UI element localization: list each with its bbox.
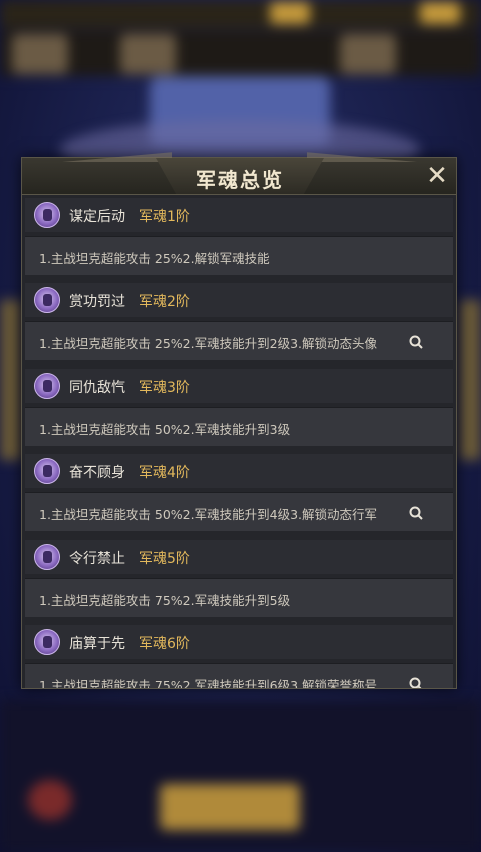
item-name: 谋定后动 [69,209,125,225]
bg-top-bar [0,0,481,28]
soul-emblem-icon [34,629,60,655]
item-name: 赏功罚过 [69,294,125,310]
soul-emblem-icon [34,373,60,399]
list-item: 谋定后动 军魂1阶 1.主战坦克超能攻击 25%2.解锁军魂技能 [25,198,453,276]
item-name: 令行禁止 [69,551,125,567]
item-description: 1.主战坦克超能攻击 25%2.解锁军魂技能 [39,251,270,266]
item-description-row: 1.主战坦克超能攻击 50%2.军魂技能升到3级 [25,407,453,446]
item-rank: 军魂4阶 [139,465,190,481]
bg-tab [120,34,176,74]
soul-rank-list[interactable]: 谋定后动 军魂1阶 1.主战坦克超能攻击 25%2.解锁军魂技能 赏功罚过 军魂… [22,195,456,688]
bg-side-panel [459,300,481,460]
bg-action-button [160,784,300,830]
close-icon[interactable]: ✕ [424,163,450,189]
panel-header: 军魂总览 ✕ [22,152,456,195]
item-name: 奋不顾身 [69,465,125,481]
item-name: 庙算于先 [69,636,125,652]
bg-coin-icon [270,2,310,24]
item-rank: 军魂6阶 [139,636,190,652]
item-rank: 军魂1阶 [139,209,190,225]
list-item: 令行禁止 军魂5阶 1.主战坦克超能攻击 75%2.军魂技能升到5级 [25,540,453,618]
item-header: 谋定后动 军魂1阶 [25,198,453,232]
item-header: 令行禁止 军魂5阶 [25,540,453,574]
item-rank: 军魂5阶 [139,551,190,567]
item-description: 1.主战坦克超能攻击 75%2.军魂技能升到5级 [39,593,291,608]
item-header: 同仇敌忾 军魂3阶 [25,369,453,403]
list-item: 赏功罚过 军魂2阶 1.主战坦克超能攻击 25%2.军魂技能升到2级3.解锁动态… [25,283,453,361]
soul-emblem-icon [34,544,60,570]
military-soul-overview-panel: 军魂总览 ✕ 谋定后动 军魂1阶 1.主战坦克超能攻击 25%2.解锁军魂技能 … [21,152,457,689]
soul-emblem-icon [34,202,60,228]
item-description: 1.主战坦克超能攻击 25%2.军魂技能升到2级3.解锁动态头像 [39,336,377,351]
magnify-icon[interactable] [408,334,424,350]
item-description-row: 1.主战坦克超能攻击 75%2.军魂技能升到6级3.解锁荣誉称号 [25,663,453,688]
soul-emblem-icon [34,287,60,313]
item-description-row: 1.主战坦克超能攻击 25%2.军魂技能升到2级3.解锁动态头像 [25,321,453,360]
list-item: 奋不顾身 军魂4阶 1.主战坦克超能攻击 50%2.军魂技能升到4级3.解锁动态… [25,454,453,532]
bg-tab-bar [0,30,481,76]
soul-emblem-icon [34,458,60,484]
item-header: 奋不顾身 军魂4阶 [25,454,453,488]
item-description: 1.主战坦克超能攻击 75%2.军魂技能升到6级3.解锁荣誉称号 [39,678,377,688]
bg-coin-icon [420,2,460,24]
list-item: 同仇敌忾 军魂3阶 1.主战坦克超能攻击 50%2.军魂技能升到3级 [25,369,453,447]
item-description-row: 1.主战坦克超能攻击 25%2.解锁军魂技能 [25,236,453,275]
bg-red-icon [28,780,72,820]
item-description-row: 1.主战坦克超能攻击 75%2.军魂技能升到5级 [25,578,453,617]
item-header: 赏功罚过 军魂2阶 [25,283,453,317]
item-rank: 军魂3阶 [139,380,190,396]
item-rank: 军魂2阶 [139,294,190,310]
item-header: 庙算于先 军魂6阶 [25,625,453,659]
list-item: 庙算于先 军魂6阶 1.主战坦克超能攻击 75%2.军魂技能升到6级3.解锁荣誉… [25,625,453,688]
panel-title: 军魂总览 [196,168,284,192]
item-description: 1.主战坦克超能攻击 50%2.军魂技能升到3级 [39,422,291,437]
bg-side-panel [0,300,22,460]
bg-tab [12,34,68,74]
item-description: 1.主战坦克超能攻击 50%2.军魂技能升到4级3.解锁动态行军 [39,507,377,522]
item-name: 同仇敌忾 [69,380,125,396]
magnify-icon[interactable] [408,676,424,688]
bg-tab [340,34,396,74]
magnify-icon[interactable] [408,505,424,521]
item-description-row: 1.主战坦克超能攻击 50%2.军魂技能升到4级3.解锁动态行军 [25,492,453,531]
